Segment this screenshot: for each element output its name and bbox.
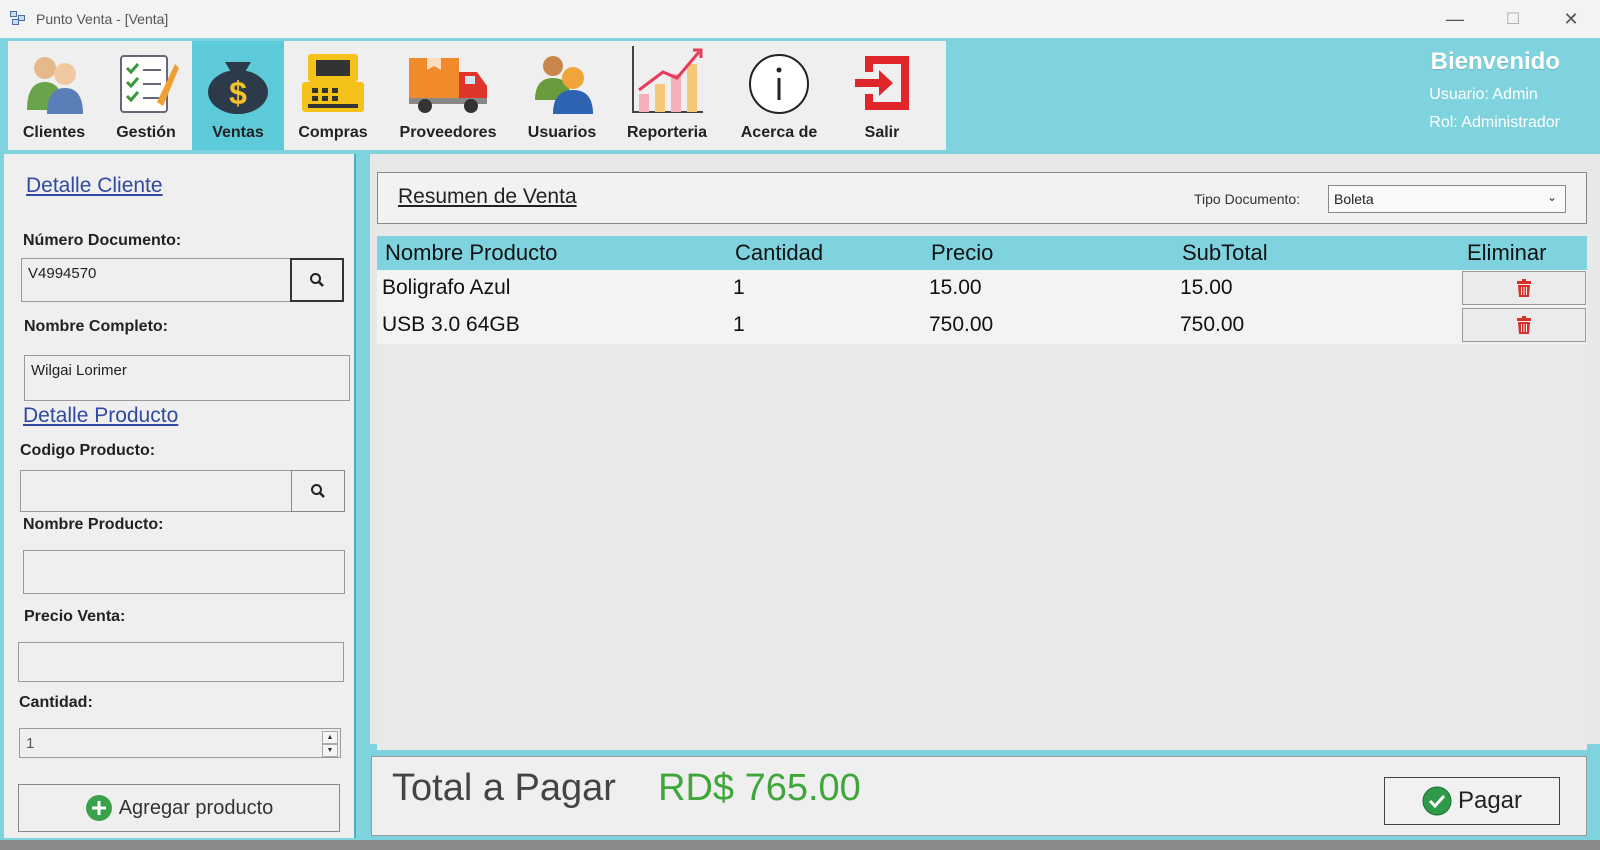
cell-producto: USB 3.0 64GB	[382, 313, 520, 336]
chevron-down-icon: ⌄	[1546, 190, 1557, 204]
user-label: Usuario: Admin	[1429, 86, 1538, 103]
quantity-label: Cantidad:	[19, 694, 93, 711]
welcome-greeting: Bienvenido	[1430, 48, 1560, 75]
delete-row-button[interactable]	[1462, 271, 1586, 305]
detalle-producto-title: Detalle Producto	[23, 404, 179, 427]
users-icon	[527, 48, 597, 118]
close-button[interactable]: ✕	[1542, 0, 1600, 38]
menu-bar: Clientes Gestión $ Ventas Compras Provee…	[0, 38, 1600, 150]
menu-item-gestion[interactable]: Gestión	[100, 41, 192, 150]
menu-label: Clientes	[22, 124, 86, 141]
doc-number-label: Número Documento:	[23, 232, 182, 249]
menu-label: Gestión	[116, 124, 176, 141]
pay-button[interactable]: Pagar	[1384, 777, 1560, 825]
menu-item-reporteria[interactable]: Reporteria	[610, 41, 724, 150]
svg-text:$: $	[229, 75, 247, 111]
doc-type-select[interactable]: Boleta ⌄	[1328, 185, 1566, 213]
search-client-button[interactable]	[290, 258, 344, 302]
products-grid: Boligrafo Azul 1 15.00 15.00 USB 3.0 64G…	[377, 270, 1587, 750]
menu-strip: Clientes Gestión $ Ventas Compras Provee…	[8, 41, 946, 150]
doc-type-label: Tipo Documento:	[1194, 191, 1301, 207]
money-bag-icon: $	[203, 48, 273, 118]
menu-label: Proveedores	[399, 124, 497, 141]
search-icon	[311, 484, 325, 498]
bottom-strip	[0, 840, 1600, 850]
col-header-producto[interactable]: Nombre Producto	[385, 240, 557, 266]
table-row[interactable]: USB 3.0 64GB 1 750.00 750.00	[377, 307, 1587, 344]
total-panel: Total a Pagar RD$ 765.00 Pagar	[371, 756, 1587, 836]
menu-item-usuarios[interactable]: Usuarios	[514, 41, 610, 150]
cell-cantidad: 1	[733, 313, 745, 336]
full-name-label: Nombre Completo:	[24, 318, 168, 335]
cell-cantidad: 1	[733, 276, 745, 299]
resumen-header: Resumen de Venta Tipo Documento: Boleta …	[377, 172, 1587, 224]
delete-row-button[interactable]	[1462, 308, 1586, 342]
product-code-field[interactable]	[20, 470, 292, 512]
col-header-precio[interactable]: Precio	[931, 240, 993, 266]
col-header-eliminar[interactable]: Eliminar	[1467, 240, 1546, 266]
checklist-icon	[111, 48, 181, 118]
sale-price-label: Precio Venta:	[24, 608, 126, 625]
doc-number-field[interactable]: V4994570	[21, 258, 291, 302]
cell-subtotal: 750.00	[1180, 313, 1245, 336]
menu-label: Acerca de	[740, 124, 818, 141]
product-code-label: Codigo Producto:	[20, 442, 156, 459]
col-header-subtotal[interactable]: SubTotal	[1182, 240, 1268, 266]
info-icon	[744, 48, 814, 118]
menu-item-proveedores[interactable]: Proveedores	[382, 41, 514, 150]
search-product-button[interactable]	[291, 470, 345, 512]
product-name-field[interactable]	[23, 550, 345, 594]
chart-icon	[627, 42, 707, 118]
quantity-value: 1	[26, 735, 35, 752]
menu-label: Compras	[298, 124, 368, 141]
title-bar: Punto Venta - [Venta] — ☐ ✕	[0, 0, 1600, 38]
menu-label: Salir	[864, 124, 900, 141]
detalle-cliente-title: Detalle Cliente	[26, 174, 163, 197]
col-header-cantidad[interactable]: Cantidad	[735, 240, 823, 266]
trash-icon	[1517, 279, 1531, 297]
welcome-panel: Bienvenido Usuario: Admin Rol: Administr…	[1429, 48, 1560, 142]
sale-price-field[interactable]	[18, 642, 344, 682]
cell-subtotal: 15.00	[1180, 276, 1233, 299]
total-label: Total a Pagar	[392, 767, 616, 809]
maximize-button[interactable]: ☐	[1484, 0, 1542, 38]
search-icon	[310, 273, 324, 287]
full-name-field[interactable]: Wilgai Lorimer	[24, 355, 350, 401]
quantity-up-button[interactable]: ▲	[322, 731, 338, 744]
add-product-button[interactable]: Agregar producto	[18, 784, 340, 832]
check-circle-icon	[1422, 786, 1452, 816]
quantity-down-button[interactable]: ▼	[322, 744, 338, 757]
menu-label: Usuarios	[527, 124, 597, 141]
total-value: RD$ 765.00	[658, 767, 861, 809]
table-row[interactable]: Boligrafo Azul 1 15.00 15.00	[377, 270, 1587, 307]
cash-register-icon	[298, 48, 368, 118]
pay-label: Pagar	[1457, 787, 1523, 814]
menu-item-clientes[interactable]: Clientes	[8, 41, 100, 150]
plus-circle-icon	[85, 795, 112, 821]
role-label: Rol: Administrador	[1429, 114, 1560, 131]
menu-item-ventas[interactable]: $ Ventas	[192, 41, 284, 150]
app-icon	[10, 11, 28, 27]
grid-header: Nombre Producto Cantidad Precio SubTotal…	[377, 236, 1587, 270]
minimize-button[interactable]: —	[1426, 0, 1484, 38]
exit-icon	[847, 48, 917, 118]
clients-icon	[19, 48, 89, 118]
quantity-stepper[interactable]: 1 ▲ ▼	[19, 728, 341, 758]
resumen-title: Resumen de Venta	[398, 185, 577, 208]
menu-item-salir[interactable]: Salir	[834, 41, 930, 150]
window-title: Punto Venta - [Venta]	[36, 11, 169, 27]
cell-precio: 15.00	[929, 276, 982, 299]
doc-type-value: Boleta	[1334, 191, 1374, 207]
truck-icon	[405, 48, 491, 118]
product-name-label: Nombre Producto:	[23, 516, 164, 533]
add-product-label: Agregar producto	[118, 796, 274, 819]
cell-precio: 750.00	[929, 313, 994, 336]
cell-producto: Boligrafo Azul	[382, 276, 511, 299]
menu-label: Reporteria	[626, 124, 708, 141]
menu-label: Ventas	[212, 124, 264, 141]
menu-item-compras[interactable]: Compras	[284, 41, 382, 150]
trash-icon	[1517, 316, 1531, 334]
menu-item-acerca[interactable]: Acerca de	[724, 41, 834, 150]
